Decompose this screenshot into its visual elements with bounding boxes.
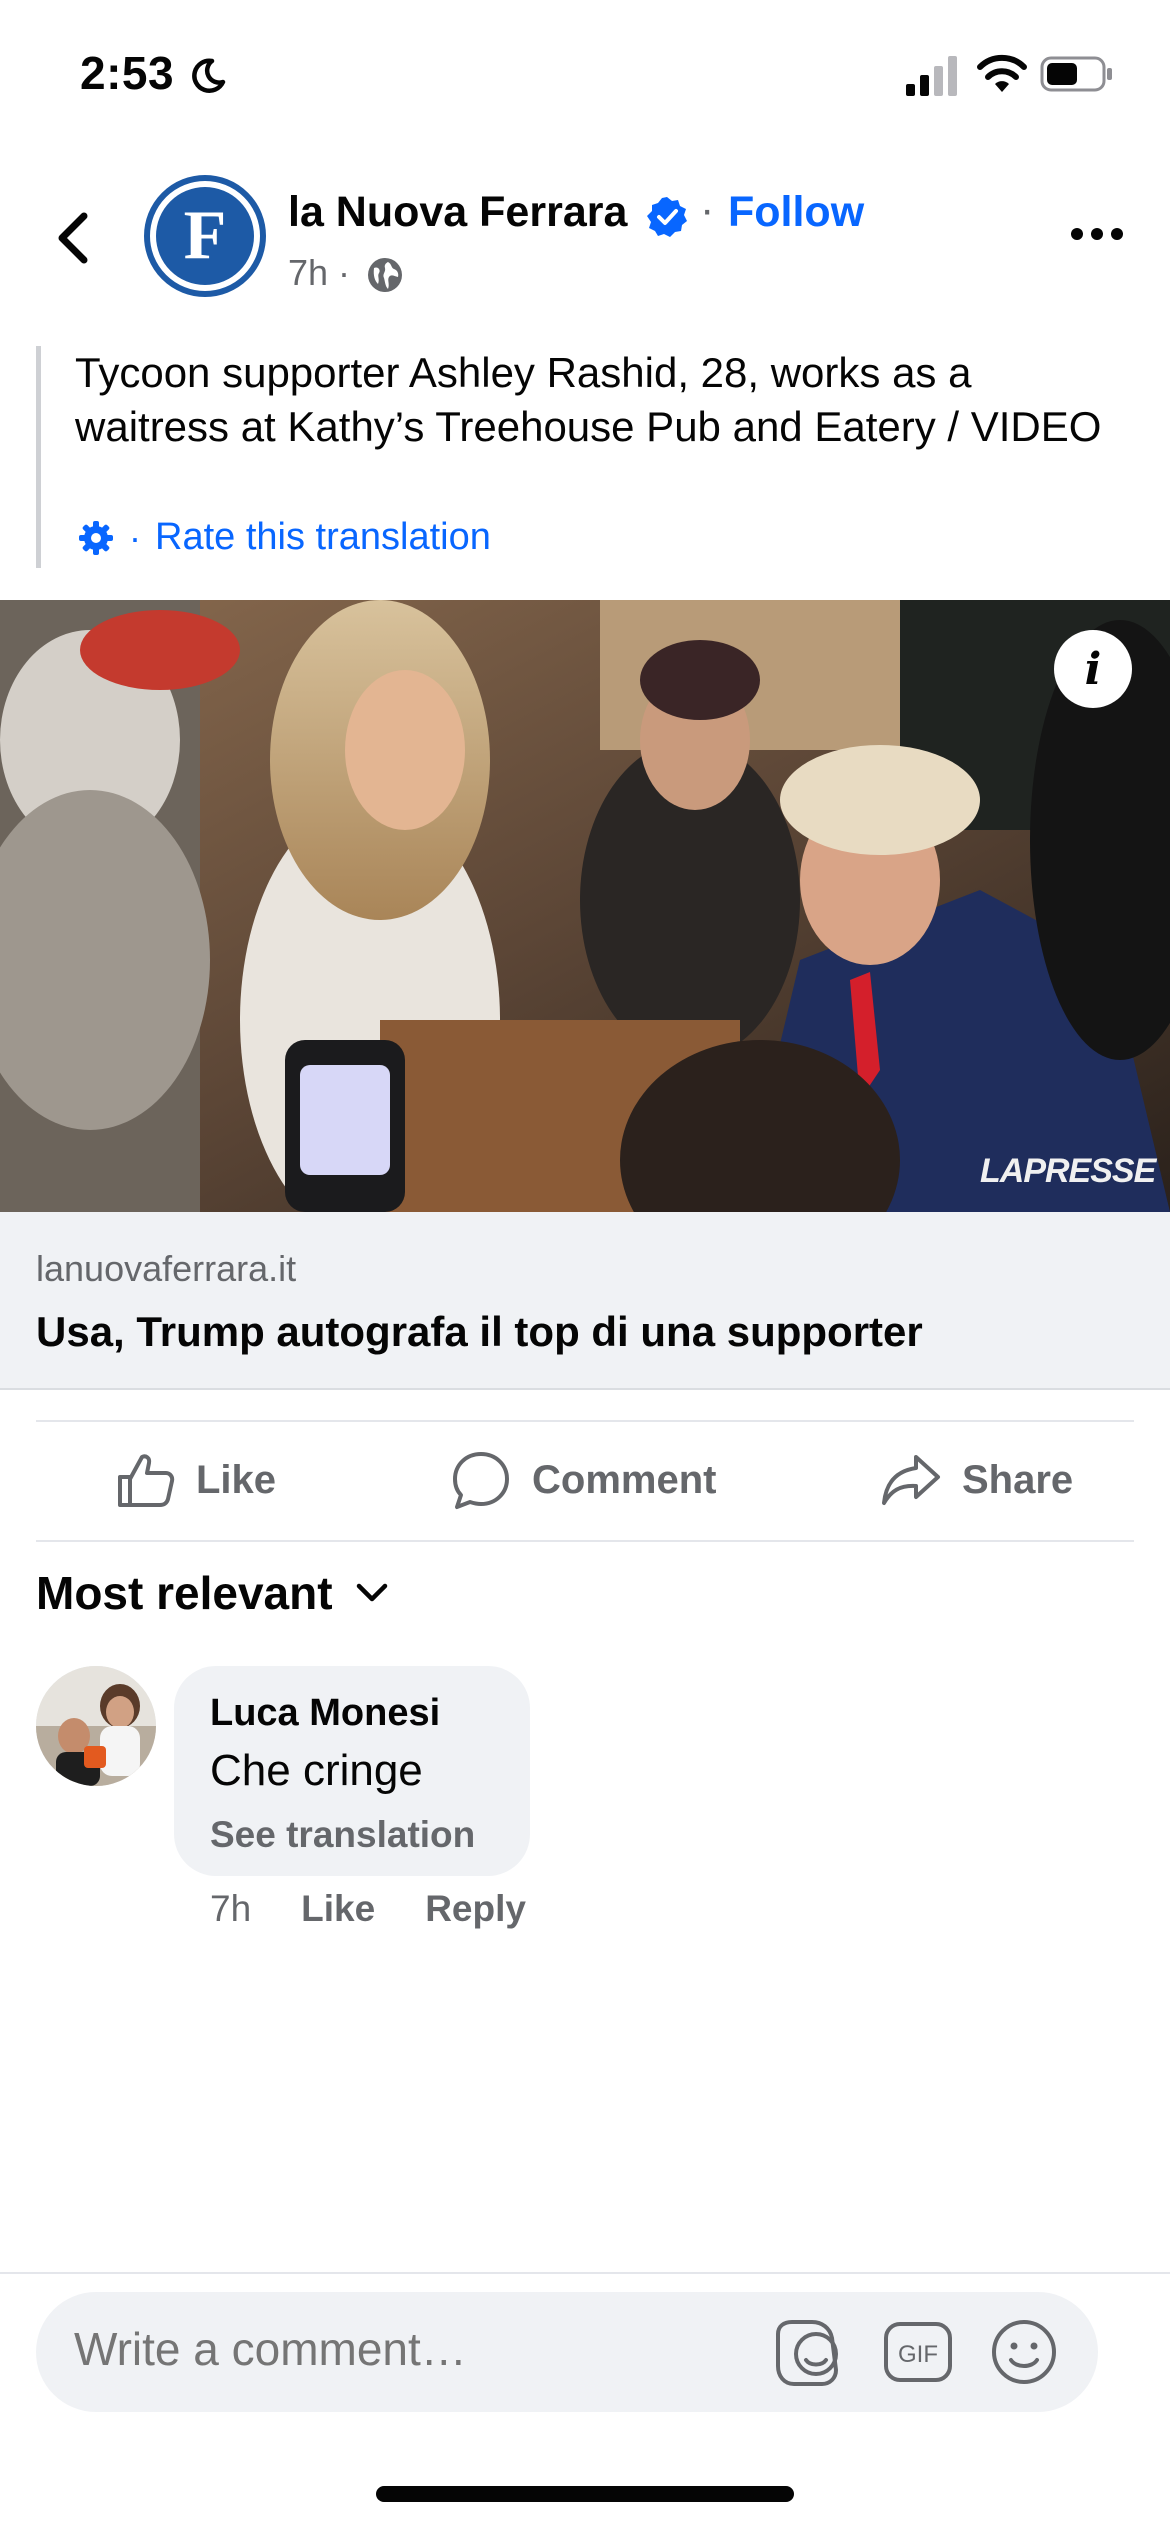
comment-bubble[interactable]: Luca Monesi Che cringe See translation xyxy=(174,1666,530,1876)
gif-label: GIF xyxy=(898,2341,938,2368)
battery-icon xyxy=(1040,56,1112,92)
avatar-sticker-icon[interactable] xyxy=(770,2314,846,2390)
share-label: Share xyxy=(962,1457,1074,1502)
post-video[interactable] xyxy=(0,600,1170,1212)
video-watermark: LAPRESSE xyxy=(980,1152,1156,1190)
page-avatar[interactable]: F xyxy=(144,175,266,297)
header-separator: · xyxy=(700,186,715,234)
more-options-icon[interactable] xyxy=(1070,224,1124,244)
sort-label: Most relevant xyxy=(36,1567,333,1619)
action-bar-bottom-divider xyxy=(36,1540,1134,1542)
page-logo-letter: F xyxy=(156,187,254,285)
back-icon[interactable] xyxy=(52,210,92,266)
share-button[interactable]: Share xyxy=(880,1440,1073,1520)
comment-icon xyxy=(453,1452,509,1509)
follow-button[interactable]: Follow xyxy=(728,188,864,237)
comment-reply-button[interactable]: Reply xyxy=(425,1888,526,1930)
info-button[interactable]: i xyxy=(1054,630,1132,708)
gif-icon[interactable]: GIF xyxy=(880,2314,956,2390)
comment-author[interactable]: Luca Monesi xyxy=(210,1692,440,1735)
rate-translation-link[interactable]: Rate this translation xyxy=(155,516,491,559)
comment-button[interactable]: Comment xyxy=(450,1440,716,1520)
comment-composer: GIF xyxy=(36,2292,1098,2412)
home-indicator[interactable] xyxy=(376,2486,794,2502)
comment-meta: 7h Like Reply xyxy=(210,1888,576,1930)
avatar[interactable] xyxy=(36,1666,156,1786)
globe-icon xyxy=(368,258,402,292)
like-button[interactable]: Like xyxy=(114,1440,276,1520)
see-translation-link[interactable]: See translation xyxy=(210,1814,475,1856)
comment-text: Che cringe xyxy=(210,1746,423,1795)
chevron-down-icon xyxy=(356,1583,387,1602)
composer-divider xyxy=(0,2272,1170,2274)
thumbs-up-icon xyxy=(118,1454,175,1507)
comment-time: 7h xyxy=(210,1888,252,1929)
status-bar: 2:53 xyxy=(0,0,1170,150)
comment-input[interactable] xyxy=(74,2322,734,2376)
post-timestamp[interactable]: 7h · xyxy=(288,252,350,294)
link-preview[interactable]: lanuovaferrara.it Usa, Trump autografa i… xyxy=(0,1212,1170,1390)
comment-like-button[interactable]: Like xyxy=(301,1888,375,1930)
wifi-icon xyxy=(977,54,1027,92)
rate-translation-row[interactable]: · Rate this translation xyxy=(77,516,491,559)
translated-caption: Tycoon supporter Ashley Rashid, 28, work… xyxy=(36,346,1136,568)
emoji-icon[interactable] xyxy=(986,2314,1062,2390)
status-time: 2:53 xyxy=(80,47,175,99)
share-arrow-icon xyxy=(882,1455,940,1505)
link-title: Usa, Trump autografa il top di una suppo… xyxy=(36,1308,923,1355)
verified-badge-icon xyxy=(647,197,687,237)
moon-icon xyxy=(192,58,226,93)
action-bar-top-divider xyxy=(36,1420,1134,1422)
commenter-photo xyxy=(36,1666,156,1786)
cellular-signal-icon xyxy=(906,56,957,96)
comment-sort-dropdown[interactable]: Most relevant xyxy=(36,1566,389,1620)
comment-label: Comment xyxy=(532,1457,717,1502)
page-name[interactable]: la Nuova Ferrara xyxy=(288,188,627,237)
video-frame xyxy=(0,600,1170,1212)
gear-icon xyxy=(79,520,113,555)
like-label: Like xyxy=(196,1457,277,1502)
post-caption: Tycoon supporter Ashley Rashid, 28, work… xyxy=(75,349,1102,450)
link-domain: lanuovaferrara.it xyxy=(36,1248,297,1289)
rate-separator: · xyxy=(129,516,141,558)
